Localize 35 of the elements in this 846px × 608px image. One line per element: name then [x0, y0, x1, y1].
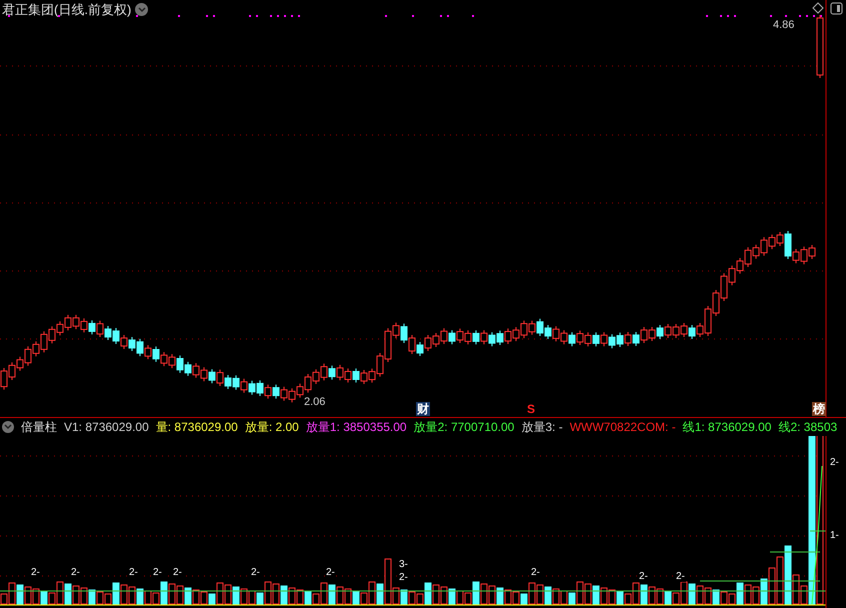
indicator-value: WWW70822COM: - — [570, 419, 676, 436]
price-label: 2.06 — [304, 395, 326, 410]
volume-mark: 2- — [829, 458, 840, 468]
dropdown-icon[interactable] — [135, 3, 148, 16]
event-marker[interactable]: S — [526, 402, 536, 416]
chart-title: 君正集团(日线.前复权) — [2, 1, 132, 19]
indicator-value: 放量1: 3850355.00 — [306, 419, 407, 436]
event-marker[interactable]: 榜 — [812, 402, 826, 416]
indicator-value: 放量2: 7700710.00 — [414, 419, 514, 436]
volume-mark: 2- — [250, 568, 261, 578]
event-marker[interactable]: 财 — [416, 402, 430, 416]
indicator-value: 放量: 2.00 — [244, 419, 299, 436]
volume-mark: 3- — [398, 560, 409, 570]
volume-mark: 2- — [398, 573, 409, 583]
level-line — [810, 530, 826, 532]
volume-mark: 2- — [675, 572, 686, 582]
indicator-name: 倍量柱 — [21, 419, 57, 436]
volume-mark: 1- — [829, 531, 840, 541]
price-label: 4.86 — [773, 18, 794, 33]
indicator-value: V1: 8736029.00 — [64, 419, 149, 436]
volume-mark: 2- — [638, 572, 649, 582]
volume-mark: 2- — [70, 568, 81, 578]
volume-mark: 2- — [152, 568, 163, 578]
volume-mark: 2- — [530, 568, 541, 578]
indicator-value: 线2: 38503 — [778, 419, 838, 436]
diamond-icon[interactable] — [812, 2, 824, 14]
indicator-value: 放量3: - — [521, 419, 563, 436]
indicator-value: 量: 8736029.00 — [156, 419, 238, 436]
volume-mark: 2- — [172, 568, 183, 578]
volume-mark: 2- — [128, 568, 139, 578]
panel-toggle-icon[interactable] — [830, 2, 843, 15]
collapse-icon[interactable] — [2, 421, 14, 433]
volume-mark: 2- — [325, 568, 336, 578]
indicator-value: 线1: 8736029.00 — [682, 419, 772, 436]
volume-mark: 2- — [30, 568, 41, 578]
